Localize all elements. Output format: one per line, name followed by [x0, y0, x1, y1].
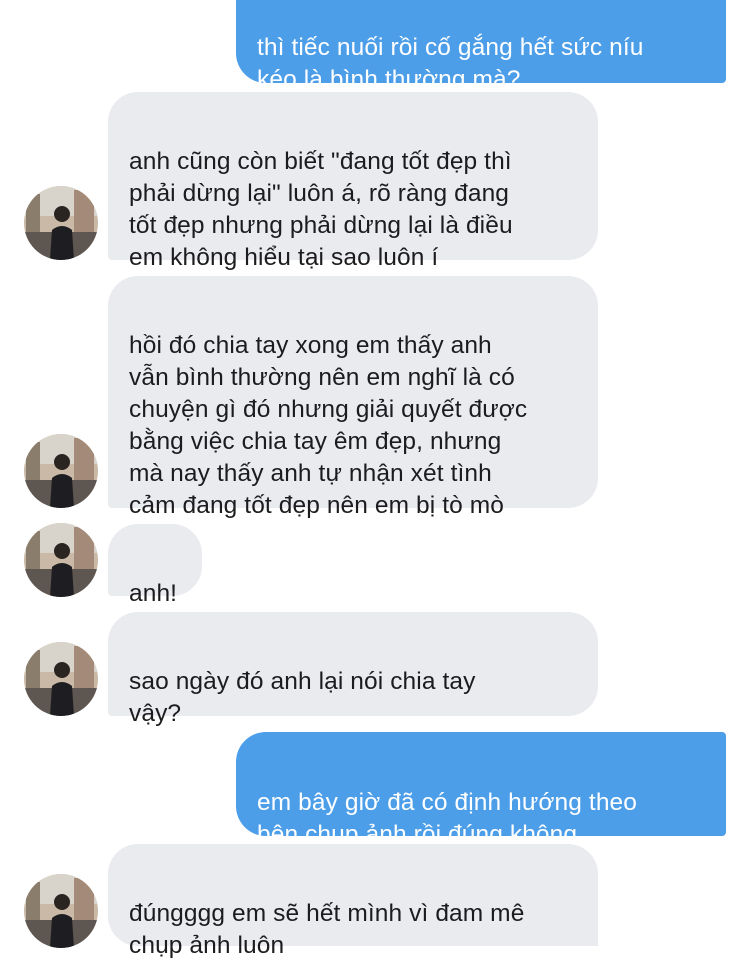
message-bubble-incoming[interactable]: đúngggg em sẽ hết mình vì đam mê chụp ản… [108, 844, 598, 959]
message-text: đúngggg em sẽ hết mình vì đam mê chụp ản… [129, 900, 525, 959]
message-text: hồi đó chia tay xong em thấy anh vẫn bìn… [129, 332, 528, 519]
avatar-photo-icon [24, 434, 98, 508]
avatar-photo-icon [24, 523, 98, 597]
message-bubble-incoming[interactable]: anh cũng còn biết "đang tốt đẹp thì phải… [108, 92, 598, 271]
contact-avatar[interactable] [24, 186, 98, 260]
message-text: em bây giờ đã có định hướng theo bên chụ… [257, 789, 637, 848]
message-bubble-outgoing[interactable]: thì tiếc nuối rồi cố gắng hết sức níu ké… [236, 0, 726, 93]
message-bubble-outgoing[interactable]: em bây giờ đã có định hướng theo bên chụ… [236, 732, 726, 848]
message-text: thì tiếc nuối rồi cố gắng hết sức níu ké… [257, 34, 644, 93]
avatar-photo-icon [24, 874, 98, 948]
avatar-photo-icon [24, 642, 98, 716]
message-bubble-incoming[interactable]: hồi đó chia tay xong em thấy anh vẫn bìn… [108, 276, 598, 519]
contact-avatar[interactable] [24, 523, 98, 597]
message-text: anh cũng còn biết "đang tốt đẹp thì phải… [129, 148, 513, 271]
message-text: sao ngày đó anh lại nói chia tay vậy? [129, 668, 476, 727]
message-bubble-incoming[interactable]: anh! [108, 524, 202, 607]
contact-avatar[interactable] [24, 874, 98, 948]
contact-avatar[interactable] [24, 434, 98, 508]
message-text: anh! [129, 580, 178, 607]
avatar-photo-icon [24, 186, 98, 260]
message-bubble-incoming[interactable]: sao ngày đó anh lại nói chia tay vậy? [108, 612, 598, 727]
contact-avatar[interactable] [24, 642, 98, 716]
